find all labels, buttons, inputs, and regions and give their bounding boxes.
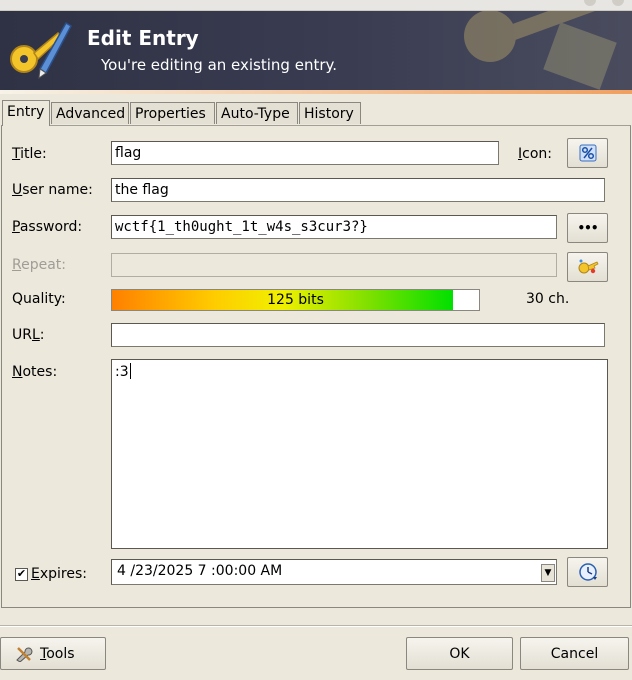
tools-label: Tools [40, 645, 75, 662]
tab-history[interactable]: History [299, 102, 361, 124]
password-label: Password: [12, 219, 83, 235]
minimize-button[interactable] [584, 0, 596, 6]
notes-label: Notes: [12, 364, 58, 380]
expiry-presets-button[interactable] [567, 557, 608, 587]
title-field[interactable]: flag [111, 141, 499, 165]
text-caret [129, 363, 131, 379]
banner-title: Edit Entry [87, 26, 199, 50]
repeat-password-field[interactable] [111, 253, 557, 277]
url-field[interactable] [111, 323, 605, 347]
window-titlebar [0, 0, 632, 11]
expiry-datetime-field[interactable]: 4 /23/2025 7 :00:00 AM [111, 559, 557, 585]
username-label: User name: [12, 182, 93, 198]
banner-accent-line [0, 90, 632, 94]
tab-auto-type[interactable]: Auto-Type [216, 102, 298, 124]
url-label: URL: [12, 327, 45, 343]
banner-subtitle: You're editing an existing entry. [101, 56, 338, 74]
notes-textarea[interactable]: :3 [111, 359, 608, 549]
banner-decoration-icon [464, 11, 617, 90]
checkmark-icon: ✔ [16, 567, 27, 580]
wrench-icon [16, 646, 33, 662]
triangle-down-icon: ▼ [544, 568, 552, 578]
ok-button[interactable]: OK [406, 637, 513, 670]
cancel-button[interactable]: Cancel [520, 637, 629, 670]
tab-advanced[interactable]: Advanced [51, 102, 129, 124]
password-generator-button[interactable] [567, 252, 608, 282]
tab-entry[interactable]: Entry [2, 100, 50, 126]
dialog-banner: Edit Entry You're editing an existing en… [0, 11, 632, 90]
title-label: Title: [12, 146, 47, 162]
icon-picker-button[interactable] [567, 138, 608, 168]
footer-separator [0, 625, 632, 627]
password-quality-bar: 125 bits [111, 289, 480, 311]
key-generator-icon [578, 259, 599, 274]
icon-label: Icon: [518, 146, 552, 162]
password-field[interactable]: wctf{1_th0ught_1t_w4s_s3cur3?} [111, 215, 557, 239]
quality-label: Quality: [12, 291, 66, 307]
notes-text: :3 [115, 364, 129, 380]
expires-checkbox[interactable]: ✔ [15, 568, 28, 581]
close-button[interactable] [612, 0, 624, 6]
repeat-label: Repeat: [12, 257, 67, 273]
tools-button[interactable]: Tools [0, 637, 106, 670]
username-field[interactable]: the flag [111, 178, 605, 202]
quality-bits-text: 125 bits [267, 292, 324, 308]
dots-icon: ••• [577, 221, 598, 235]
password-toggle-button[interactable]: ••• [567, 213, 608, 243]
expires-label: Expires: [31, 566, 87, 582]
expiry-dropdown-button[interactable]: ▼ [541, 564, 555, 582]
clock-icon [578, 563, 597, 581]
quality-char-count: 30 ch. [526, 291, 570, 307]
key-pen-icon [10, 21, 72, 80]
percent-icon [579, 144, 596, 162]
tab-properties[interactable]: Properties [130, 102, 215, 124]
